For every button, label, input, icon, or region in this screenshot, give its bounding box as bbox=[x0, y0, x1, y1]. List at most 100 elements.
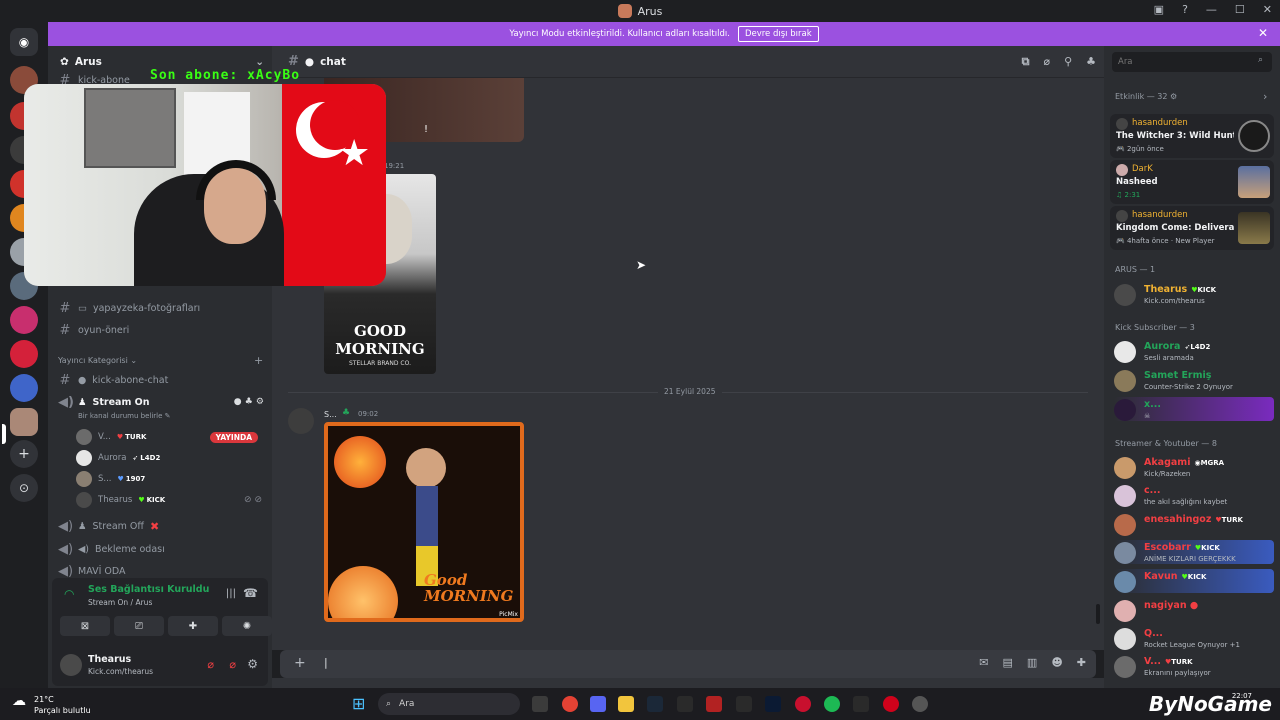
member-item[interactable]: Q... Rocket League Oynuyor +1 bbox=[1114, 626, 1274, 650]
close-icon[interactable]: ✕ bbox=[1258, 26, 1268, 40]
file-app-icon[interactable] bbox=[532, 696, 548, 712]
member-item[interactable]: enesahingoz ♥TURK bbox=[1114, 512, 1274, 536]
obs-icon[interactable] bbox=[912, 696, 928, 712]
inbox-icon[interactable]: ▣ bbox=[1154, 3, 1164, 16]
member-item[interactable]: Samet Ermiş Counter-Strike 2 Oynuyor bbox=[1114, 368, 1274, 392]
gamepad-icon: ✚ bbox=[188, 620, 198, 632]
disconnect-icon[interactable]: ☎ bbox=[243, 586, 258, 600]
pin-icon[interactable]: ⚲ bbox=[1064, 55, 1072, 69]
discord-icon[interactable] bbox=[590, 696, 606, 712]
hash-icon: # bbox=[59, 322, 71, 338]
member-item[interactable]: x... ☠ bbox=[1114, 397, 1274, 421]
server-icon[interactable] bbox=[10, 306, 38, 334]
voice-user[interactable]: Thearus ♥ KICK ⊘ ⊘ bbox=[76, 491, 266, 509]
close-button[interactable]: ✕ bbox=[1263, 3, 1272, 16]
discover-icon[interactable]: ⊙ bbox=[10, 474, 38, 502]
gear-icon[interactable]: ⚙ bbox=[247, 657, 258, 671]
voice-user[interactable]: V... ♥ TURK YAYINDA bbox=[76, 428, 266, 446]
soundboard-button[interactable]: ✺ bbox=[222, 616, 272, 636]
member-item[interactable]: V... ♥TURK Ekranını paylaşıyor bbox=[1114, 654, 1274, 678]
headphones-deafened-icon[interactable]: ⌀ bbox=[229, 658, 236, 671]
voice-channel-stream-off[interactable]: ◀) ♟ Stream Off ✖ bbox=[58, 516, 159, 536]
voice-user[interactable]: S... ♥ 1907 bbox=[76, 470, 145, 488]
message-author[interactable]: S... bbox=[324, 410, 337, 419]
channel-yapayzeka[interactable]: # ▭ yapayzeka-fotoğrafları bbox=[58, 298, 201, 318]
folder-icon[interactable] bbox=[618, 696, 634, 712]
emoji-icon[interactable]: ☻ bbox=[1051, 656, 1062, 669]
member-badge: ♥KICK bbox=[1195, 544, 1220, 552]
member-item[interactable]: Thearus ♥KICK Kick.com/thearus bbox=[1114, 282, 1274, 306]
channel-kick-abone-chat[interactable]: # ● kick-abone-chat bbox=[58, 370, 169, 390]
add-channel-icon[interactable]: + bbox=[254, 354, 263, 367]
voice-channel-path[interactable]: Stream On / Arus bbox=[88, 598, 152, 607]
sticker-icon[interactable]: ▥ bbox=[1027, 656, 1037, 669]
server-icon[interactable] bbox=[10, 374, 38, 402]
voice-channel-bekleme[interactable]: ◀) ◀) Bekleme odası bbox=[58, 539, 165, 559]
activity-card[interactable]: hasandurden The Witcher 3: Wild Hunt 🎮 2… bbox=[1110, 114, 1274, 158]
member-item[interactable]: Aurora ➶L4D2 Sesli aramada bbox=[1114, 339, 1274, 363]
member-item[interactable]: nagiyan ● bbox=[1114, 598, 1274, 622]
members-icon[interactable]: ♣ bbox=[1086, 55, 1096, 69]
heart-icon: ♥ bbox=[117, 475, 124, 483]
apps-icon[interactable]: ✚ bbox=[1077, 656, 1086, 669]
member-item[interactable]: Escobarr ♥KICK ANİME KIZLARI GERÇEKKK bbox=[1114, 540, 1274, 564]
camera-off-button[interactable]: ⊠ bbox=[60, 616, 110, 636]
active-server-icon[interactable] bbox=[10, 408, 38, 436]
voice-status[interactable]: Ses Bağlantısı Kuruldu bbox=[88, 584, 209, 595]
maximize-button[interactable]: ☐ bbox=[1235, 3, 1245, 16]
activity-user: hasandurden bbox=[1132, 210, 1188, 220]
member-item[interactable]: Akagami ◉MGRA Kick/Razeken bbox=[1114, 455, 1274, 479]
epic-games-icon[interactable] bbox=[736, 696, 752, 712]
noise-suppression-icon[interactable]: ||| bbox=[226, 588, 236, 599]
activities-button[interactable]: ✚ bbox=[168, 616, 218, 636]
user-name[interactable]: Thearus bbox=[88, 654, 131, 665]
voice-user[interactable]: Aurora ➶ L4D2 bbox=[76, 449, 160, 467]
channel-status-hint[interactable]: Bir kanal durumu belirle ✎ bbox=[78, 412, 171, 420]
date-label: 21 Eylül 2025 bbox=[658, 387, 722, 396]
avatar bbox=[1114, 485, 1136, 507]
avatar[interactable] bbox=[288, 408, 314, 434]
server-icon[interactable] bbox=[10, 340, 38, 368]
chrome-icon[interactable] bbox=[562, 696, 578, 712]
gift-icon[interactable]: ✉ bbox=[979, 656, 988, 669]
channel-oyun-oneri[interactable]: # oyun-öneri bbox=[58, 320, 130, 340]
member-item[interactable]: c... the akıl sağlığını kaybet bbox=[1114, 483, 1274, 507]
message-composer[interactable]: + | ✉ ▤ ▥ ☻ ✚ bbox=[280, 650, 1096, 678]
activity-user: hasandurden bbox=[1132, 118, 1188, 128]
mic-muted-icon[interactable]: ⌀ bbox=[207, 658, 214, 671]
photoshop-icon[interactable] bbox=[765, 696, 781, 712]
discord-home-icon[interactable]: ◉ bbox=[10, 28, 38, 56]
app-icon[interactable] bbox=[853, 696, 869, 712]
scrollbar[interactable] bbox=[1096, 604, 1100, 624]
activity-card[interactable]: DarK Nasheed ♫ 2:31 bbox=[1110, 160, 1274, 204]
notifications-muted-icon[interactable]: ⌀ bbox=[1043, 55, 1050, 69]
screen-share-button[interactable]: ⎚ bbox=[114, 616, 164, 636]
threads-icon[interactable]: ⧉ bbox=[1022, 55, 1030, 69]
gif-icon[interactable]: ▤ bbox=[1003, 656, 1013, 669]
voice-channel-stream-on[interactable]: ◀) ♟ Stream On ● ♣ ⚙ bbox=[58, 392, 268, 412]
steam-icon[interactable] bbox=[647, 696, 663, 712]
category-header[interactable]: Yayıncı Kategorisi ⌄ + bbox=[58, 354, 263, 367]
app-icon[interactable] bbox=[706, 696, 722, 712]
spotify-icon[interactable] bbox=[824, 696, 840, 712]
minimize-button[interactable]: — bbox=[1206, 3, 1217, 16]
app-icon[interactable] bbox=[795, 696, 811, 712]
opera-icon[interactable] bbox=[883, 696, 899, 712]
channel-actions-icon[interactable]: ● ♣ ⚙ bbox=[234, 397, 264, 407]
taskbar-search[interactable]: ⌕ Ara bbox=[378, 693, 520, 715]
weather-widget[interactable]: 21°C Parçalı bulutlu ☁ bbox=[12, 694, 91, 716]
help-icon[interactable]: ? bbox=[1182, 3, 1188, 16]
disable-streamer-mode-button[interactable]: Devre dışı bırak bbox=[737, 26, 819, 42]
activity-card[interactable]: hasandurden Kingdom Come: Deliveranc... … bbox=[1110, 206, 1274, 250]
chevron-right-icon[interactable]: › bbox=[1263, 90, 1267, 103]
people-icon: ♟ bbox=[78, 396, 87, 408]
app-icon[interactable] bbox=[677, 696, 693, 712]
avatar[interactable] bbox=[60, 654, 82, 676]
upload-plus-icon[interactable]: + bbox=[294, 655, 306, 671]
windows-start-icon[interactable]: ⊞ bbox=[352, 694, 365, 713]
member-item[interactable]: Kavun ♥KICK bbox=[1114, 569, 1274, 593]
message-gif[interactable]: Good MORNING PicMix bbox=[324, 422, 524, 622]
add-server-icon[interactable]: + bbox=[10, 440, 38, 468]
activity-header[interactable]: Etkinlik — 32 ⚙ › bbox=[1115, 90, 1267, 103]
search-input[interactable] bbox=[1112, 52, 1272, 72]
